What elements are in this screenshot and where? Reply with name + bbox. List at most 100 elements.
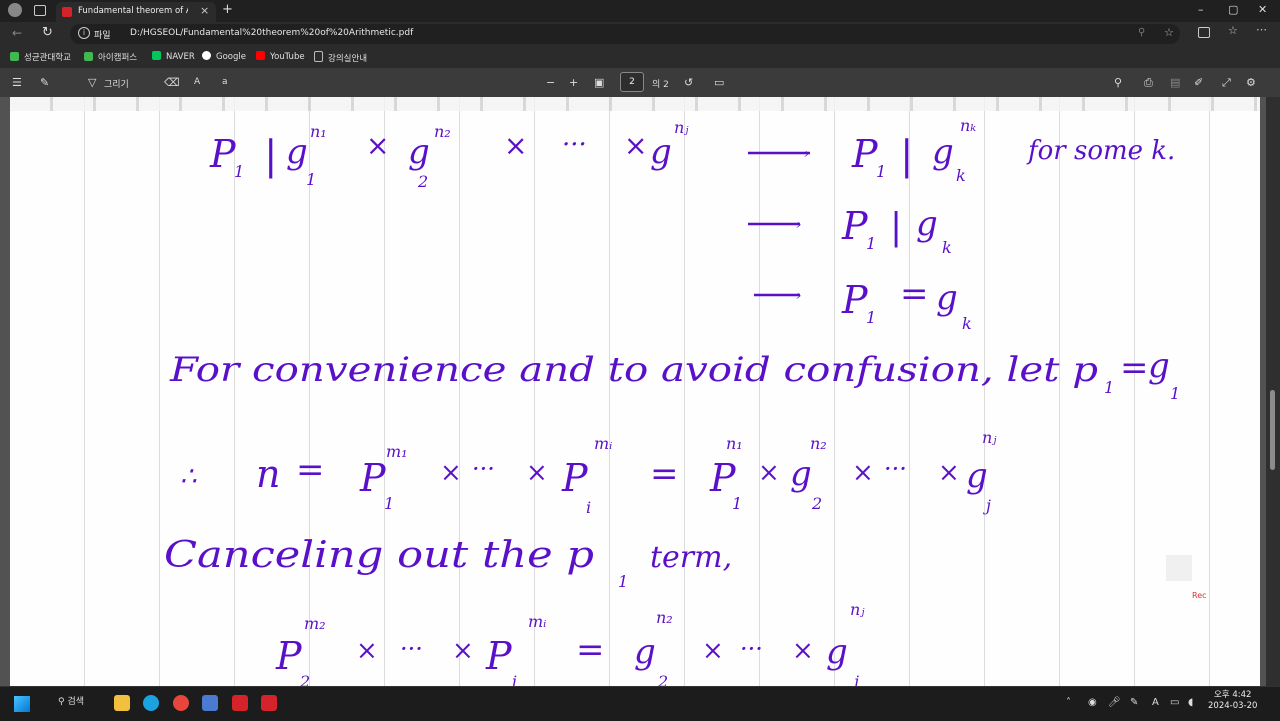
math-divides: |	[900, 133, 913, 179]
chrome-icon[interactable]	[173, 695, 189, 711]
acrobat-icon[interactable]	[261, 695, 277, 711]
math-equals: =	[296, 450, 325, 490]
volume-icon[interactable]: ◖	[1188, 697, 1193, 708]
math-q: g	[286, 132, 308, 172]
note-line-6-end: term,	[650, 540, 732, 575]
search-icon[interactable]: ⚲	[1114, 76, 1122, 89]
favorites-icon[interactable]: ☆	[1228, 24, 1238, 37]
taskbar-search[interactable]: ⚲ 검색	[52, 694, 102, 712]
math-p1: P	[851, 132, 879, 176]
search-label: 검색	[67, 697, 85, 707]
address-bar[interactable]: i 파일 D:/HGSEOL/Fundamental%20theorem%20o…	[70, 24, 1180, 44]
input-method-icon[interactable]: A	[1152, 697, 1159, 708]
page-view-icon[interactable]: ▭	[714, 76, 724, 89]
math-p: P	[485, 634, 513, 678]
reload-button[interactable]: ↻	[42, 25, 53, 40]
math-sub: i	[512, 672, 517, 686]
maximize-button[interactable]: ▢	[1228, 3, 1238, 16]
tab-actions-icon[interactable]	[34, 5, 46, 16]
pen-icon[interactable]: ✎	[1130, 697, 1138, 708]
bookmark-item[interactable]: 강의실안내	[314, 51, 367, 64]
math-exp: n₁	[310, 122, 327, 141]
math-exp: nⱼ	[850, 600, 865, 619]
math-exp: n₂	[810, 434, 827, 453]
math-sub: 1	[866, 234, 876, 253]
zoom-in-button[interactable]: +	[569, 76, 578, 89]
bookmark-item[interactable]: YouTube	[256, 51, 305, 62]
tray-chevron-icon[interactable]: ˄	[1066, 697, 1071, 708]
recorder-widget[interactable]	[1166, 555, 1192, 581]
more-menu-icon[interactable]: ⋯	[1256, 23, 1267, 36]
math-divides: |	[890, 207, 902, 248]
math-exp: mᵢ	[528, 612, 546, 631]
draw-label[interactable]: 그리기	[104, 77, 129, 90]
microphone-icon[interactable]: 🎤︎	[1108, 697, 1121, 708]
zoom-out-button[interactable]: −	[546, 76, 555, 89]
info-icon[interactable]: i	[78, 27, 90, 39]
tab-pdf[interactable]: Fundamental theorem of Arithm ×	[56, 2, 216, 22]
math-times: ×	[758, 458, 780, 488]
fit-page-icon[interactable]: ▣	[594, 76, 604, 89]
settings-gear-icon[interactable]: ⚙	[1246, 76, 1256, 89]
math-exp: nⱼ	[982, 428, 997, 447]
zoom-icon[interactable]: ⚲	[1138, 27, 1145, 38]
url-text[interactable]: D:/HGSEOL/Fundamental%20theorem%20of%20A…	[130, 28, 413, 38]
math-times: ×	[702, 636, 724, 666]
math-times: ×	[452, 636, 474, 666]
clock-time: 오후 4:42	[1213, 690, 1252, 700]
read-aloud-button[interactable]: A	[194, 77, 200, 87]
math-p1: P	[359, 456, 387, 500]
pdf-viewer[interactable]: P 1 | g n₁ 1 × g n₂ 2 × ··· × g nⱼ › P 1…	[0, 97, 1280, 686]
math-q: g	[916, 204, 938, 244]
naver-icon	[152, 51, 161, 60]
math-p1: P	[209, 132, 237, 176]
math-sub: k	[956, 166, 966, 185]
math-exp: mᵢ	[594, 434, 612, 453]
implies-arrow-head: ›	[796, 217, 802, 233]
acrobat-icon[interactable]	[232, 695, 248, 711]
tab-close-icon[interactable]: ×	[200, 4, 209, 17]
tray-app-icon[interactable]: ◉	[1088, 697, 1097, 708]
bookmark-item[interactable]: Google	[202, 51, 246, 62]
math-times: ×	[526, 458, 548, 488]
bookmark-item[interactable]: 아이캠퍼스	[84, 51, 137, 63]
math-q: g	[932, 132, 954, 172]
math-equals: =	[650, 454, 679, 494]
translate-button[interactable]: a	[222, 77, 228, 87]
edge-icon[interactable]	[143, 695, 159, 711]
math-p1: P	[841, 278, 869, 322]
rotate-icon[interactable]: ↺	[684, 76, 693, 89]
taskbar-clock[interactable]: 오후 4:42 2024-03-20	[1208, 690, 1257, 712]
rec-label: Rec	[1192, 591, 1207, 600]
math-exp: n₁	[726, 434, 743, 453]
math-times: ×	[504, 129, 527, 162]
print-icon[interactable]: ⎙	[1144, 76, 1153, 90]
minimize-button[interactable]: –	[1198, 3, 1204, 16]
split-screen-icon[interactable]	[1198, 27, 1210, 38]
page-number-input[interactable]: 2	[620, 72, 644, 92]
save-icon[interactable]: ▤	[1170, 76, 1180, 89]
file-explorer-icon[interactable]	[114, 695, 130, 711]
back-button[interactable]: ←	[12, 26, 22, 40]
bookmark-item[interactable]: 성균관대학교	[10, 51, 71, 63]
contents-icon[interactable]: ☰	[12, 76, 22, 89]
handwritten-notes: P 1 | g n₁ 1 × g n₂ 2 × ··· × g nⱼ › P 1…	[164, 116, 1207, 686]
math-dots: ···	[884, 455, 907, 483]
start-button[interactable]	[14, 696, 30, 712]
favorite-star-icon[interactable]: ☆	[1164, 26, 1174, 39]
network-icon[interactable]: ▭	[1170, 697, 1179, 708]
save-as-icon[interactable]: ✐	[1194, 76, 1203, 89]
draw-icon[interactable]: ▽	[88, 76, 96, 89]
app-icon[interactable]	[202, 695, 218, 711]
note-line-1: for some k.	[1026, 136, 1175, 166]
math-sub: i	[586, 498, 591, 517]
close-window-button[interactable]: ✕	[1258, 3, 1267, 16]
scrollbar-thumb[interactable]	[1270, 390, 1275, 470]
math-sub: k	[942, 238, 952, 257]
new-tab-button[interactable]: +	[222, 2, 233, 17]
eraser-icon[interactable]: ⌫	[164, 76, 180, 89]
highlight-icon[interactable]: ✎	[40, 76, 49, 89]
bookmark-item[interactable]: NAVER	[152, 51, 195, 62]
fullscreen-icon[interactable]: ⤢	[1222, 76, 1231, 90]
profile-icon[interactable]	[8, 3, 22, 17]
